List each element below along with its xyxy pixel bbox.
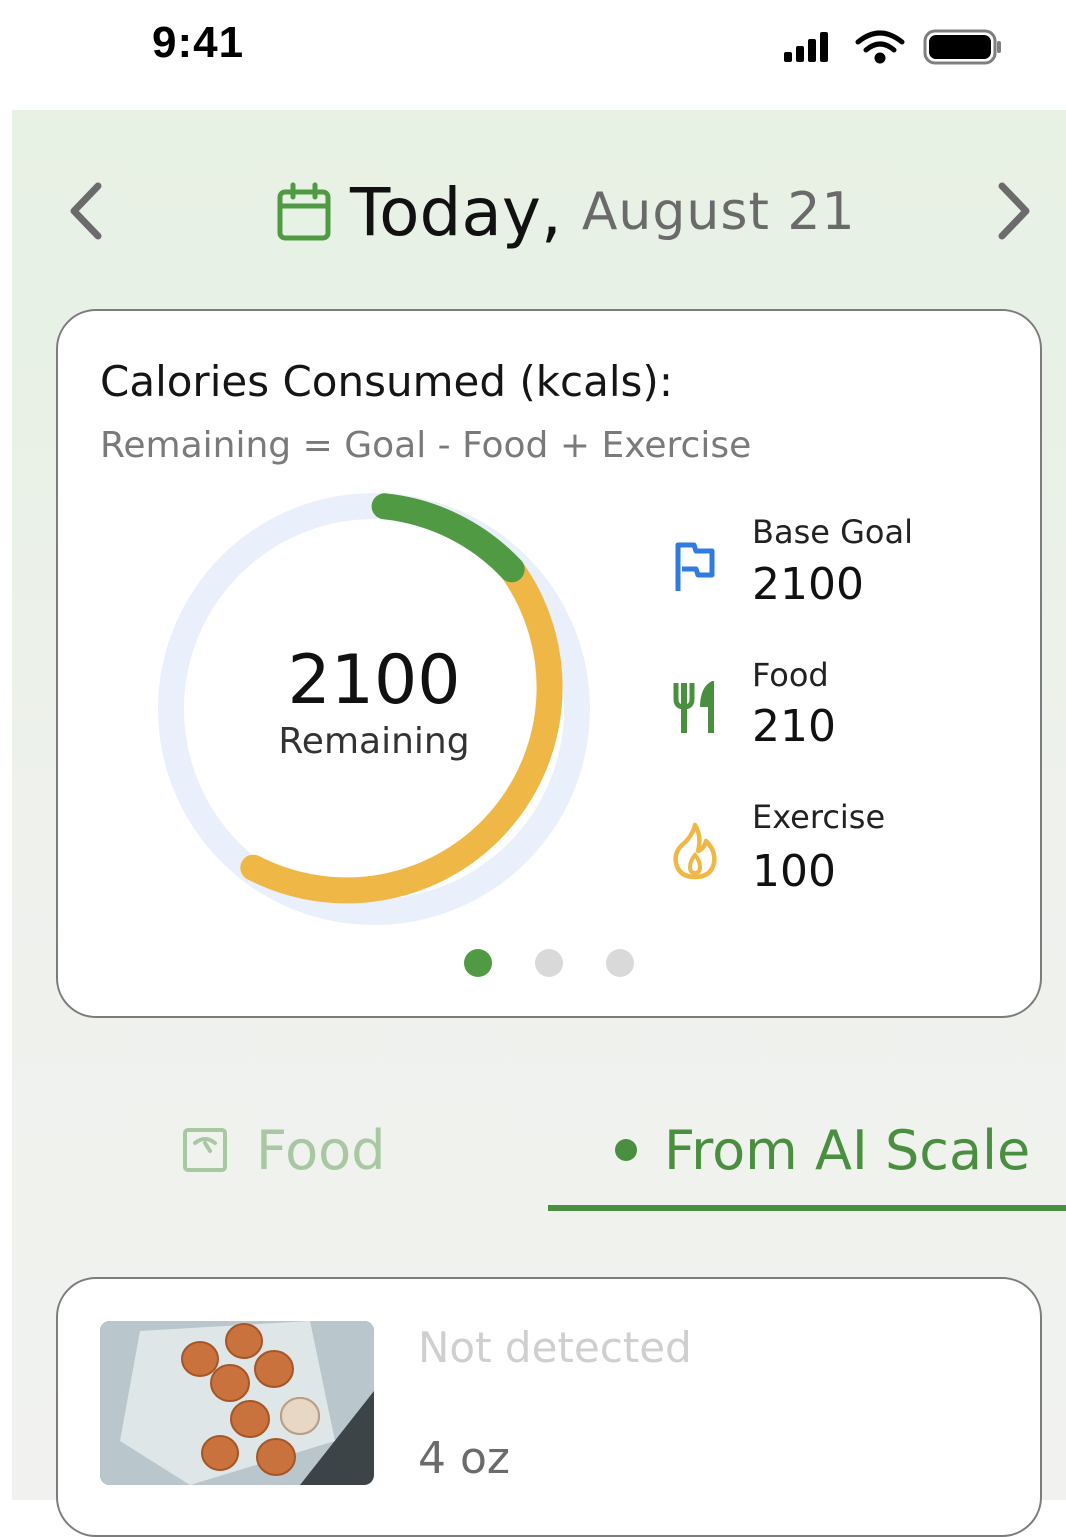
active-tab-indicator xyxy=(548,1205,1066,1211)
status-time: 9:41 xyxy=(152,18,245,67)
scale-icon xyxy=(183,1128,227,1172)
page-dot-2[interactable] xyxy=(535,949,563,977)
date-header: Today, August 21 xyxy=(276,172,856,252)
tab-ai-scale-label: From AI Scale xyxy=(664,1118,1031,1182)
page-dot-1[interactable] xyxy=(464,949,492,977)
food-image xyxy=(100,1321,374,1485)
battery-icon xyxy=(923,29,1001,65)
date-today-label: Today, xyxy=(350,173,562,251)
calendar-icon[interactable] xyxy=(276,182,332,242)
wifi-icon xyxy=(855,30,905,64)
food-value: 210 xyxy=(752,701,836,752)
date-label: August 21 xyxy=(581,182,856,242)
signal-icon xyxy=(784,32,828,62)
fork-knife-icon xyxy=(673,681,714,733)
card-formula: Remaining = Goal - Food + Exercise xyxy=(100,425,752,466)
tab-from-ai-scale[interactable]: From AI Scale xyxy=(614,1110,1030,1190)
calories-card[interactable]: Calories Consumed (kcals): Remaining = G… xyxy=(56,309,1042,1018)
food-label: Food xyxy=(752,656,829,694)
exercise-label: Exercise xyxy=(752,798,886,836)
previous-day-button[interactable] xyxy=(60,176,114,246)
card-title: Calories Consumed (kcals): xyxy=(100,357,673,406)
status-bar: 9:41 xyxy=(0,0,1066,110)
status-icons xyxy=(784,29,1001,65)
page-dot-3[interactable] xyxy=(606,949,634,977)
food-item-card[interactable]: Not detected 4 oz xyxy=(56,1277,1042,1537)
remaining-label: Remaining xyxy=(278,721,470,762)
next-day-button[interactable] xyxy=(986,176,1040,246)
base-goal-label: Base Goal xyxy=(752,513,913,551)
dot-icon xyxy=(615,1139,637,1161)
base-goal-value: 2100 xyxy=(752,559,864,610)
exercise-value: 100 xyxy=(752,846,836,897)
food-item-name: Not detected xyxy=(418,1323,692,1372)
food-item-quantity: 4 oz xyxy=(418,1433,510,1484)
ring-food-arc xyxy=(371,493,525,583)
flame-icon xyxy=(673,822,717,880)
remaining-value: 2100 xyxy=(287,641,461,720)
tab-food[interactable]: Food xyxy=(182,1110,386,1190)
flag-icon xyxy=(675,542,715,591)
tab-food-label: Food xyxy=(256,1118,386,1182)
